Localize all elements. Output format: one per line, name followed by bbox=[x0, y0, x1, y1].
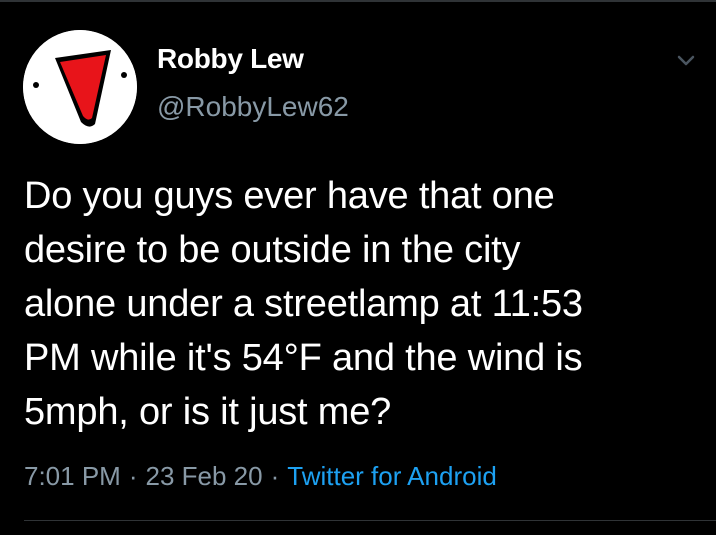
meta-separator: · bbox=[128, 461, 138, 491]
avatar[interactable] bbox=[23, 30, 137, 144]
display-name[interactable]: Robby Lew bbox=[157, 43, 304, 74]
author-name-row[interactable]: Robby Lew bbox=[157, 42, 304, 76]
tweet-metadata: 7:01 PM · 23 Feb 20 · Twitter for Android bbox=[24, 458, 497, 494]
author-handle-row: @RobbyLew62 bbox=[157, 90, 349, 124]
tweet-source-link[interactable]: Twitter for Android bbox=[287, 461, 497, 491]
user-handle[interactable]: @RobbyLew62 bbox=[157, 91, 349, 122]
chevron-down-icon bbox=[677, 55, 695, 66]
meta-separator: · bbox=[270, 461, 280, 491]
tweet-menu-button[interactable] bbox=[672, 46, 700, 74]
tweet-card: Robby Lew @RobbyLew62 Do you guys ever h… bbox=[0, 0, 716, 535]
bottom-divider bbox=[24, 520, 716, 521]
tweet-date[interactable]: 23 Feb 20 bbox=[146, 461, 263, 491]
tweet-text: Do you guys ever have that one desire to… bbox=[24, 175, 583, 433]
red-triangle-face-avatar-icon bbox=[23, 30, 137, 144]
tweet-time[interactable]: 7:01 PM bbox=[24, 461, 121, 491]
